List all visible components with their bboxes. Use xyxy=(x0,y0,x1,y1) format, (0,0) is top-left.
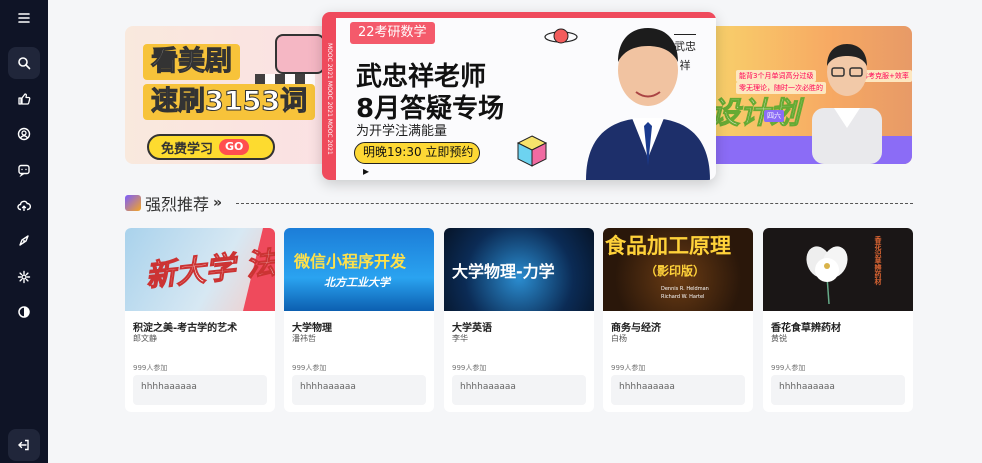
cloud-button[interactable] xyxy=(8,190,40,222)
course-thumbnail: 新大学 法语1 xyxy=(125,228,275,311)
course-teacher: 李华 xyxy=(452,334,468,343)
course-title: 大学英语 xyxy=(452,323,492,334)
explore-button[interactable] xyxy=(8,225,40,257)
sidebar xyxy=(0,0,48,463)
banner-left-title-line2: 速刷3153词 xyxy=(143,84,316,120)
thumbs-up-icon xyxy=(18,93,31,105)
course-participants: 999人参加 xyxy=(133,364,168,372)
exam-tag: 22考研数学 xyxy=(350,22,435,44)
tv-illustration xyxy=(275,34,325,74)
more-arrow-icon[interactable]: » xyxy=(213,195,222,211)
go-badge: GO xyxy=(219,139,250,155)
section-title: 强烈推荐 xyxy=(145,195,210,214)
like-button[interactable] xyxy=(8,83,40,115)
cloud-upload-icon xyxy=(17,200,31,211)
flower-illustration xyxy=(806,246,848,305)
course-note: hhhhaaaaaa xyxy=(611,375,745,405)
gear-icon xyxy=(17,270,31,284)
course-card[interactable]: 食品加工原理 （影印版） Dennis R. Heldman Richard W… xyxy=(603,228,753,412)
course-card[interactable]: 新大学 法语1 积淀之美-考古学的艺术 郎文静 999人参加 hhhhaaaaa… xyxy=(125,228,275,412)
menu-icon xyxy=(18,13,30,23)
banner-center-subtitle: 为开学注满能量 xyxy=(356,124,448,139)
user-circle-icon xyxy=(17,127,31,141)
course-title: 大学物理 xyxy=(292,323,332,334)
banner-left[interactable]: 看美剧 速刷3153词 免费学习 GO xyxy=(125,26,345,164)
theme-button[interactable] xyxy=(8,296,40,328)
course-thumbnail: 微信小程序开发 北方工业大学 xyxy=(284,228,434,311)
compass-icon xyxy=(19,235,29,246)
planet-illustration xyxy=(544,28,578,44)
teacher-name-vertical: 武忠祥 xyxy=(674,34,696,75)
message-button[interactable] xyxy=(8,154,40,186)
course-teacher: 黄锐 xyxy=(771,334,787,343)
course-teacher: 潘祎哲 xyxy=(292,334,316,343)
thumb-title: 食品加工原理 xyxy=(605,234,731,258)
section-header: 强烈推荐 » xyxy=(125,192,913,214)
course-card[interactable]: 香花识草辨药材 香花食草辨药材 黄锐 999人参加 hhhhaaaaaa xyxy=(763,228,913,412)
course-title: 商务与经济 xyxy=(611,323,661,334)
course-note: hhhhaaaaaa xyxy=(771,375,905,405)
search-icon xyxy=(18,57,31,70)
thumb-title: 大学物理-力学 xyxy=(452,262,555,281)
course-title: 积淀之美-考古学的艺术 xyxy=(133,323,238,334)
cube-illustration xyxy=(516,135,548,167)
banner-center-side-text: MOOC 2021 MOOC 2021 MOOC 2021 xyxy=(322,18,336,180)
course-participants: 999人参加 xyxy=(771,364,806,372)
thumb-author-1: Dennis R. Heldman xyxy=(661,286,709,292)
banner-left-title-line1: 看美剧 xyxy=(143,44,240,80)
course-participants: 999人参加 xyxy=(292,364,327,372)
course-thumbnail: 食品加工原理 （影印版） Dennis R. Heldman Richard W… xyxy=(603,228,753,311)
logout-button[interactable] xyxy=(8,429,40,461)
course-title: 香花食草辨药材 xyxy=(771,323,841,334)
reserve-button[interactable]: 明晚19:30 立即预约 ▸ xyxy=(354,142,480,178)
section-divider xyxy=(236,202,913,204)
free-study-button[interactable]: 免费学习 GO xyxy=(147,134,275,160)
thumb-author-2: Richard W. Hartel xyxy=(661,294,705,300)
thumb-title: 香花识草辨药材 xyxy=(874,236,882,285)
menu-button[interactable] xyxy=(8,2,40,34)
thumb-subtitle: 北方工业大学 xyxy=(324,276,390,289)
search-button[interactable] xyxy=(8,47,40,79)
user-button[interactable] xyxy=(8,118,40,150)
settings-button[interactable] xyxy=(8,261,40,293)
course-thumbnail: 香花识草辨药材 xyxy=(763,228,913,311)
recommend-icon xyxy=(125,195,141,211)
course-card[interactable]: 微信小程序开发 北方工业大学 大学物理 潘祎哲 999人参加 hhhhaaaaa… xyxy=(284,228,434,412)
course-note: hhhhaaaaaa xyxy=(452,375,586,405)
course-participants: 999人参加 xyxy=(452,364,487,372)
thumb-title: 微信小程序开发 xyxy=(294,252,407,271)
course-thumbnail: 大学物理-力学 xyxy=(444,228,594,311)
banner-right[interactable]: 能背3个月单词高分过级 零无理论，随时一次必胜的 每考克服+效率 设计划 四六 xyxy=(708,26,912,164)
course-teacher: 白杨 xyxy=(611,334,627,343)
banner-right-tag-4: 四六 xyxy=(764,110,784,122)
course-participants: 999人参加 xyxy=(611,364,646,372)
teacher-photo-right xyxy=(812,44,882,164)
thumb-subtitle: （影印版） xyxy=(645,264,706,278)
message-icon xyxy=(18,164,30,177)
banner-center[interactable]: MOOC 2021 MOOC 2021 MOOC 2021 22考研数学 武忠祥… xyxy=(322,12,716,180)
course-note: hhhhaaaaaa xyxy=(292,375,426,405)
contrast-icon xyxy=(18,306,30,318)
banner-right-title: 设计划 xyxy=(710,96,801,132)
main-content: 看美剧 速刷3153词 免费学习 GO 能背3个月单词高分过级 零无理论，随时一… xyxy=(48,0,982,463)
course-note: hhhhaaaaaa xyxy=(133,375,267,405)
course-card[interactable]: 大学物理-力学 大学英语 李华 999人参加 hhhhaaaaaa xyxy=(444,228,594,412)
free-study-label: 免费学习 xyxy=(161,141,214,157)
logout-icon xyxy=(18,439,29,451)
course-teacher: 郎文静 xyxy=(133,334,157,343)
